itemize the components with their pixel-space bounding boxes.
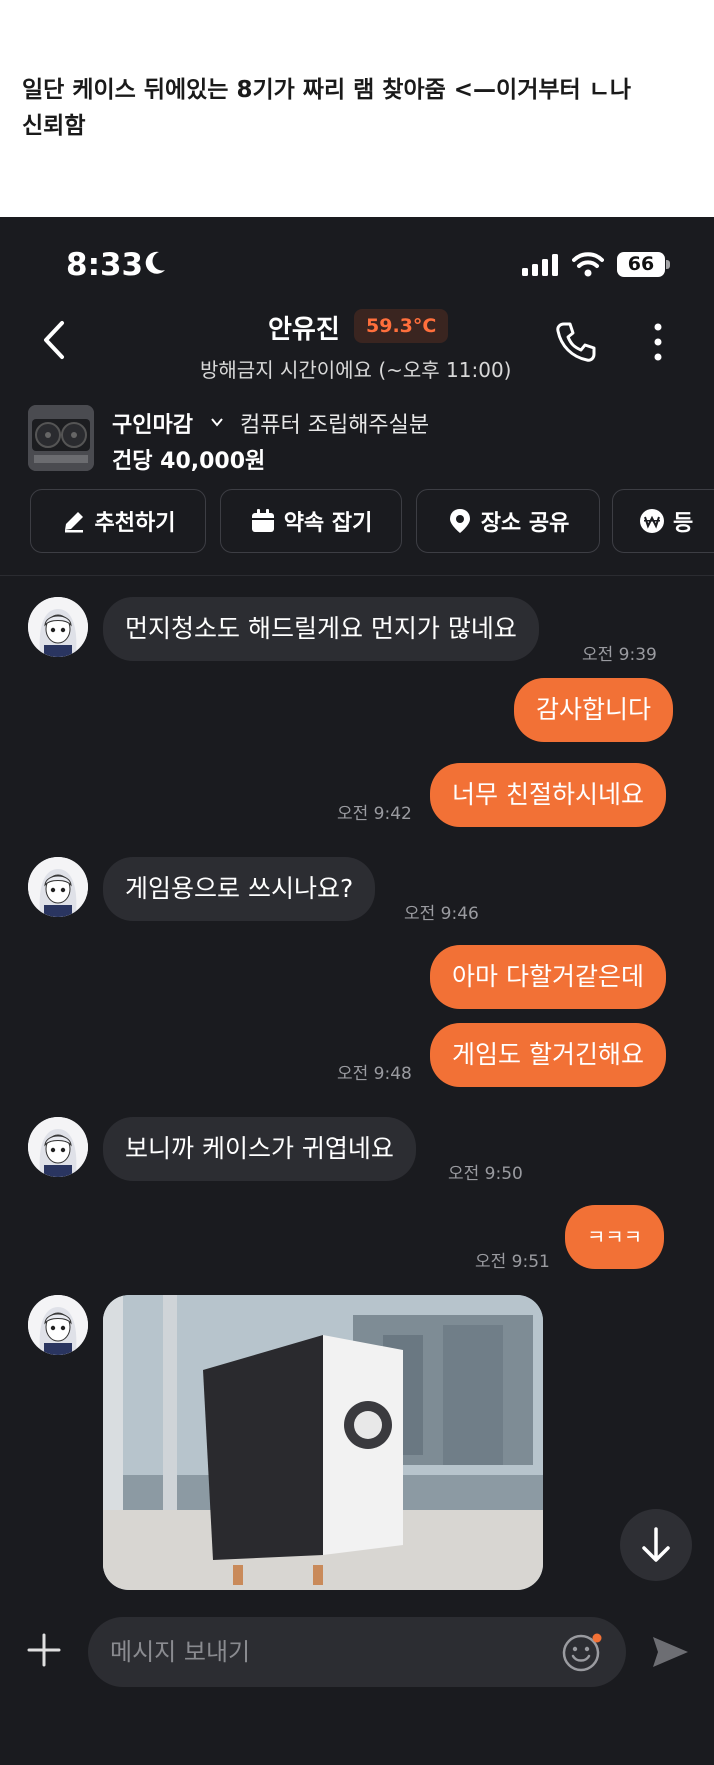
phone-call-button[interactable] — [554, 320, 598, 364]
signal-icon — [522, 254, 558, 276]
message-timestamp: 오전 9:42 — [337, 804, 412, 824]
pc-case-photo — [103, 1295, 543, 1590]
back-button[interactable] — [38, 317, 72, 363]
message-bubble-outgoing[interactable]: 너무 친절하시네요 — [430, 763, 666, 827]
message-bubble-incoming[interactable]: 게임용으로 쓰시나요? — [103, 857, 376, 921]
message-bubble-incoming[interactable]: 먼지청소도 해드릴게요 먼지가 많네요 — [103, 597, 539, 661]
avatar-illustration — [28, 857, 88, 917]
avatar-illustration — [28, 1117, 88, 1177]
message-timestamp: 오전 9:46 — [404, 904, 479, 924]
share-location-button[interactable]: 장소 공유 — [416, 489, 600, 553]
caption-line-2: 신뢰함 — [22, 113, 86, 139]
status-time: 8:33 — [66, 247, 144, 283]
make-appointment-button[interactable]: 약속 잡기 — [220, 489, 402, 553]
header-divider — [0, 575, 714, 576]
message-bubble-outgoing[interactable]: 아마 다할거같은데 — [430, 945, 666, 1009]
do-not-disturb-notice: 방해금지 시간이에요 (~오후 11:00) — [200, 358, 512, 382]
message-bubble-outgoing[interactable]: ㅋㅋㅋ — [565, 1205, 665, 1269]
recommend-button[interactable]: 추천하기 — [30, 489, 206, 553]
more-options-icon[interactable] — [648, 320, 668, 364]
calendar-icon — [251, 509, 274, 532]
scroll-to-bottom-button[interactable] — [620, 1509, 692, 1581]
pay-label: 등 — [673, 511, 694, 536]
sender-avatar[interactable] — [28, 597, 88, 657]
caption-line-1: 일단 케이스 뒤에있는 8기가 짜리 램 찾아줌 <—이거부터 ㄴ나 — [22, 77, 632, 103]
battery-nub — [666, 260, 670, 269]
message-timestamp: 오전 9:39 — [582, 645, 657, 665]
battery-indicator: 66 — [617, 252, 665, 277]
arrow-down-icon — [642, 1527, 670, 1562]
message-input[interactable] — [88, 1617, 626, 1687]
wifi-icon — [572, 252, 604, 277]
message-bubble-outgoing[interactable]: 감사합니다 — [514, 678, 674, 742]
won-icon — [640, 509, 664, 533]
send-icon[interactable] — [650, 1632, 690, 1672]
message-bubble-incoming[interactable]: 보니까 케이스가 귀엽네요 — [103, 1117, 416, 1181]
avatar-illustration — [28, 1295, 88, 1355]
message-timestamp: 오전 9:48 — [337, 1064, 412, 1084]
sender-avatar[interactable] — [28, 1117, 88, 1177]
location-pin-icon — [449, 509, 470, 533]
sender-avatar[interactable] — [28, 1295, 88, 1355]
product-title[interactable]: 컴퓨터 조립해주실분 — [240, 407, 429, 439]
message-timestamp: 오전 9:51 — [475, 1252, 550, 1272]
pay-button[interactable]: 등 — [612, 489, 714, 553]
chevron-down-icon[interactable] — [210, 415, 224, 429]
message-bubble-outgoing[interactable]: 게임도 할거긴해요 — [430, 1023, 666, 1087]
contact-name[interactable]: 안유진 — [268, 309, 340, 346]
avatar-illustration — [28, 597, 88, 657]
moon-icon — [145, 251, 165, 274]
share-location-label: 장소 공유 — [480, 511, 570, 536]
chat-screenshot: 8:33 66 안유진 59.3°C 방해금지 시간이에요 (~오후 11:00… — [0, 217, 714, 1765]
gpu-image — [28, 405, 94, 471]
post-caption: 일단 케이스 뒤에있는 8기가 짜리 램 찾아줌 <—이거부터 ㄴ나 신뢰함 — [22, 72, 702, 144]
pencil-icon — [64, 512, 83, 533]
message-timestamp: 오전 9:50 — [448, 1164, 523, 1184]
sender-avatar[interactable] — [28, 857, 88, 917]
product-status[interactable]: 구인마감 — [112, 407, 193, 439]
recommend-label: 추천하기 — [94, 511, 176, 536]
plus-icon[interactable] — [26, 1632, 62, 1668]
product-price: 건당 40,000원 — [112, 449, 266, 474]
manner-temperature-badge[interactable]: 59.3°C — [354, 309, 449, 343]
photo-message-pc-case[interactable] — [103, 1295, 543, 1590]
emoji-icon[interactable] — [562, 1631, 604, 1673]
appointment-label: 약속 잡기 — [283, 511, 373, 536]
product-thumbnail[interactable] — [28, 405, 94, 471]
